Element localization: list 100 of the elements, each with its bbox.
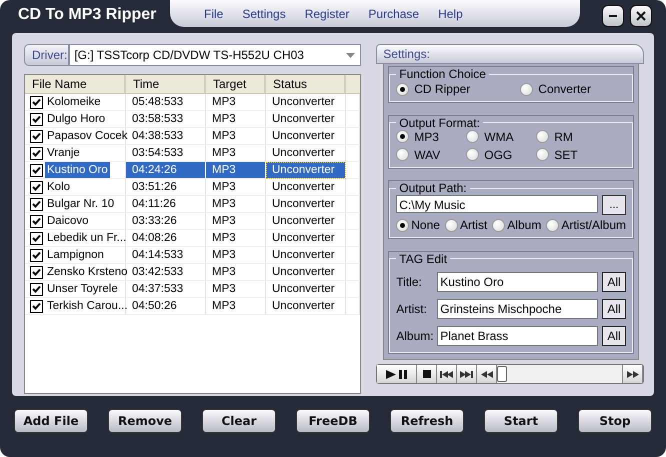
radio-button[interactable]: Artist [444,218,488,232]
next-button[interactable] [457,365,478,383]
table-cell-text: Papasov Cocek [46,129,129,144]
apply-all-button[interactable]: All [602,272,626,292]
checkbox[interactable] [30,282,43,296]
table-cell-text: Unconverter [272,180,335,195]
radio-button[interactable]: CD Ripper [396,82,470,96]
forward-button[interactable] [623,365,643,383]
previous-button[interactable] [437,365,458,383]
input-field[interactable]: Kustino Oro [437,272,598,292]
driver-dropdown[interactable]: [G:] TSSTcorp CD/DVDW TS-H552U CH03 [69,44,361,66]
column-header[interactable]: Status [266,75,346,93]
table-cell-text: Unconverter [272,231,335,246]
action-button[interactable]: Clear [202,408,276,432]
action-button[interactable]: FreeDB [296,408,370,432]
radio-button[interactable]: MP3 [396,130,466,144]
table-cell-text: Unconverter [272,95,335,110]
table-cell-text: Unconverter [272,248,335,263]
input-field[interactable]: Planet Brass [437,326,598,346]
play-pause-button[interactable] [377,365,418,383]
column-header[interactable]: Target [206,75,266,93]
rewind-button[interactable] [477,365,498,383]
table-cell-text: 04:38:533 [132,129,184,144]
checkbox[interactable] [30,232,43,244]
table-cell-text: Unconverter [272,214,335,229]
radio-button[interactable]: WAV [396,148,466,162]
radio-button[interactable]: Artist/Album [546,218,626,232]
checkbox[interactable] [30,112,43,126]
checkbox[interactable] [30,180,43,194]
table-cell-text: MP3 [212,214,236,229]
group-title: Output Format: [398,116,481,130]
radio-button[interactable]: WMA [466,130,536,144]
checkbox[interactable] [30,130,43,142]
settings-header: Settings: [376,44,644,64]
path-field[interactable]: C:\My Music [396,195,598,214]
radio-button[interactable]: SET [536,148,596,162]
checkbox[interactable] [30,214,43,228]
table-cell-text: MP3 [212,112,236,127]
apply-all-button[interactable]: All [602,298,626,319]
menu-item[interactable]: File [204,6,224,20]
checkbox[interactable] [30,164,43,176]
table-cell-text: Daicovo [46,214,90,229]
table-cell-text: MP3 [212,299,236,314]
checkbox[interactable] [30,198,43,210]
table-cell-text: Unconverter [272,146,335,161]
table-cell-text: MP3 [212,163,236,178]
table-cell-text: 04:37:533 [132,282,184,297]
table-cell-text: 03:54:533 [132,146,184,161]
radio-button[interactable]: None [396,218,440,232]
table-cell-text: Unconverter [272,197,335,212]
browse-button[interactable]: ... [602,195,626,216]
action-button[interactable]: Stop [578,408,652,432]
table-cell-text: Dulgo Horo [46,112,106,127]
slider-thumb[interactable] [497,366,508,382]
stop-button[interactable] [417,365,438,383]
rewind-icon [480,370,493,378]
checkbox[interactable] [30,248,43,262]
apply-all-button[interactable]: All [602,326,626,346]
table-cell-text: 04:14:533 [132,248,184,263]
menu-item[interactable]: Register [304,6,350,20]
action-button[interactable]: Remove [108,408,182,432]
action-button[interactable]: Add File [14,408,88,432]
menu-item[interactable]: Settings [242,6,286,20]
skip-forward-icon [460,370,474,378]
fast-forward-icon [626,370,638,378]
seek-slider[interactable] [497,365,623,383]
table-cell-text: Unconverter [272,265,335,280]
group-title: Output Path: [398,181,468,196]
radio-button[interactable]: Album [492,218,542,232]
radio-button[interactable]: Converter [520,82,591,96]
action-button[interactable]: Refresh [390,408,464,432]
input-field[interactable]: Grinsteins Mischpoche [437,298,598,319]
table-cell-text: MP3 [212,197,236,212]
table-cell-text: 04:24:26 [132,163,177,178]
table-cell-text: MP3 [212,180,236,195]
table-cell-text: Bulgar Nr. 10 [46,197,116,212]
table-cell-text: 03:33:26 [132,214,177,229]
stop-icon [422,370,431,378]
field-label: Album: [396,328,434,343]
table-cell-text: Zensko Krsteno [46,265,129,280]
radio-button[interactable]: OGG [466,148,536,162]
table-cell-text: Vranje [46,146,81,161]
menu-item[interactable]: Purchase [368,6,420,20]
table-cell-text: 04:08:26 [132,231,177,246]
checkbox[interactable] [30,96,43,108]
table-cell-text: Kolomeike [46,95,102,110]
action-button[interactable]: Start [484,408,558,432]
radio-button[interactable]: RM [536,130,596,144]
close-button[interactable] [630,5,652,27]
column-header[interactable]: File Name [25,75,126,93]
table-cell-text: Unconverter [272,163,335,178]
checkbox[interactable] [30,146,43,160]
play-pause-icon [386,370,408,378]
checkbox[interactable] [30,266,43,278]
table-cell-text: Unser Toyrele [46,282,119,297]
column-header[interactable]: Time [126,75,206,93]
minimize-button[interactable] [602,5,624,27]
window-title: CD To MP3 Ripper [17,5,158,24]
menu-item[interactable]: Help [438,6,463,20]
checkbox[interactable] [30,300,43,312]
